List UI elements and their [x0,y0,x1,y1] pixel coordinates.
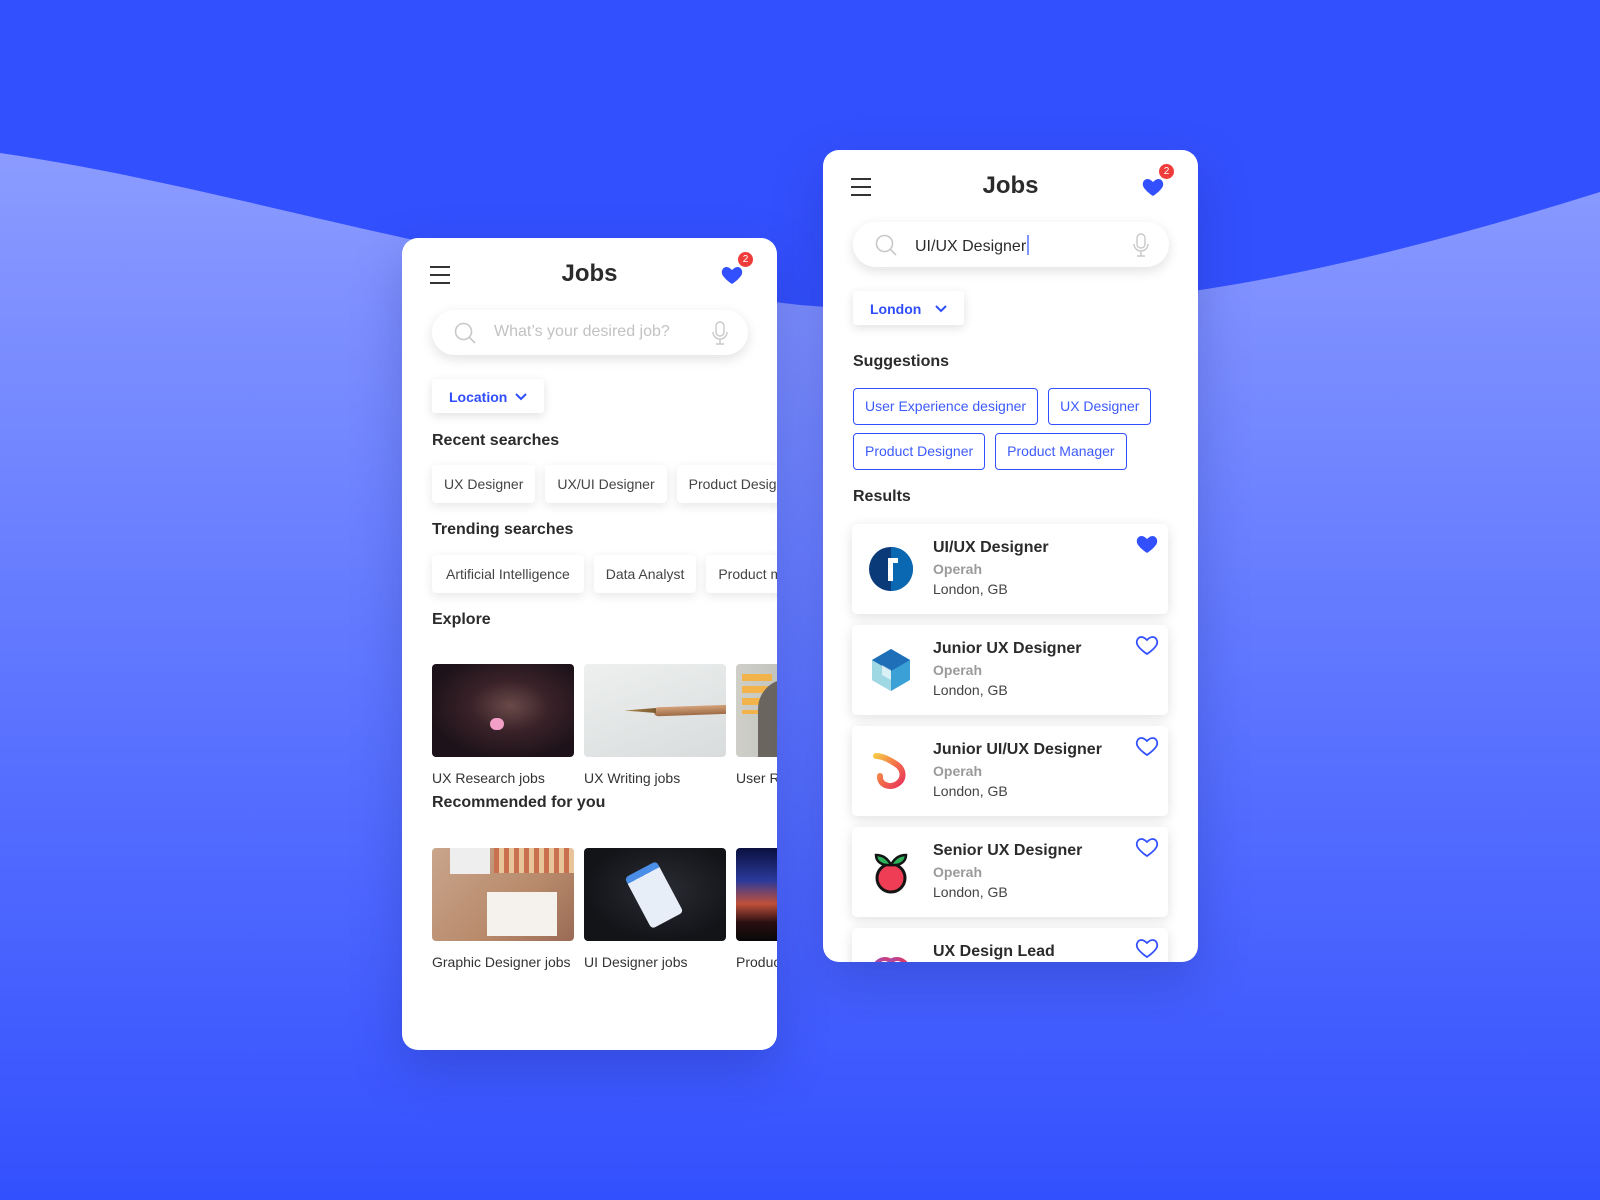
heart-icon[interactable] [720,263,744,287]
text-cursor [1027,235,1030,255]
microphone-icon[interactable] [1133,233,1149,257]
search-input[interactable]: What’s your desired job? [432,310,748,355]
heart-outline-icon[interactable] [1135,634,1159,656]
trending-search-chip[interactable]: Product manager [706,555,777,593]
recommended-image [736,848,777,941]
recommended-image [584,848,726,941]
explore-label: UX Writing jobs [584,770,681,786]
job-title: Senior UX Designer [933,842,1083,859]
explore-heading: Explore [432,611,491,628]
recommended-tile[interactable]: UI Designer jobs [584,848,726,971]
company-name: Operah [933,662,983,678]
search-placeholder: What’s your desired job? [494,323,670,340]
job-location: London, GB [933,783,1008,799]
company-logo [873,753,906,789]
results-heading: Results [853,488,911,505]
explore-image [432,664,574,757]
search-results-screen: Jobs 2 UI/UX Designer London Suggestions… [823,150,1198,962]
company-name: Operah [933,864,983,880]
location-label: Location [449,389,508,405]
job-result-card[interactable]: UX Design Lead [852,928,1168,962]
explore-tile[interactable]: UX Research jobs [432,664,574,787]
job-result-card[interactable]: UI/UX Designer Operah London, GB [852,524,1168,614]
recent-searches-list: UX Designer UX/UI Designer Product Desig… [432,465,777,503]
search-value: UI/UX Designer [915,238,1027,255]
chevron-down-icon [935,305,947,313]
favorites-count-badge: 2 [738,252,753,267]
recommended-label: Product Designer jobs [736,954,777,970]
location-dropdown[interactable]: London [853,291,964,325]
recommended-tile[interactable]: Graphic Designer jobs [432,848,574,971]
location-dropdown[interactable]: Location [432,379,544,413]
explore-image [584,664,726,757]
job-title: UX Design Lead [933,943,1055,960]
job-location: London, GB [933,884,1008,900]
suggestion-chip[interactable]: Product Designer [853,433,986,470]
recommended-label: UI Designer jobs [584,954,688,970]
recent-search-chip[interactable]: Product Designer [676,465,777,503]
explore-label: UX Research jobs [432,770,545,786]
company-name: Operah [933,561,983,577]
recommended-heading: Recommended for you [432,794,606,811]
suggestions-heading: Suggestions [853,353,950,370]
explore-tile[interactable]: UX Writing jobs [584,664,726,787]
suggestion-chip[interactable]: UX Designer [1048,388,1152,425]
company-logo [874,853,908,894]
explore-image [736,664,777,757]
recommended-image [432,848,574,941]
heart-outline-icon[interactable] [1135,735,1159,757]
explore-tile[interactable]: User Research jobs [736,664,777,787]
job-result-card[interactable]: Junior UX Designer Operah London, GB [852,625,1168,715]
search-icon [454,322,476,344]
company-logo [874,957,908,962]
search-icon [875,234,897,256]
background-wave [0,0,1600,1200]
company-name: Operah [933,763,983,779]
company-logo [869,547,913,591]
search-input[interactable]: UI/UX Designer [853,222,1169,267]
job-result-card[interactable]: Junior UI/UX Designer Operah London, GB [852,726,1168,816]
heart-filled-icon[interactable] [1135,533,1159,555]
suggestion-chip[interactable]: Product Manager [995,433,1127,470]
recommended-list: Graphic Designer jobs UI Designer jobs P… [432,848,777,971]
recommended-tile[interactable]: Product Designer jobs [736,848,777,971]
suggestions-row-2: Product Designer Product Manager [853,433,1127,470]
chevron-down-icon [515,393,527,401]
suggestions-row-1: User Experience designer UX Designer [853,388,1152,425]
explore-label: User Research jobs [736,770,777,786]
job-location: London, GB [933,581,1008,597]
recent-searches-heading: Recent searches [432,432,560,449]
trending-search-chip[interactable]: Artificial Intelligence [432,555,584,593]
job-location: London, GB [933,682,1008,698]
job-title: Junior UI/UX Designer [933,741,1102,758]
job-result-card[interactable]: Senior UX Designer Operah London, GB [852,827,1168,917]
trending-search-chip[interactable]: Data Analyst [593,555,697,593]
heart-icon[interactable] [1141,175,1165,199]
suggestion-chip[interactable]: User Experience designer [853,388,1039,425]
heart-outline-icon[interactable] [1135,937,1159,959]
heart-outline-icon[interactable] [1135,836,1159,858]
company-logo [872,649,910,691]
job-title: Junior UX Designer [933,640,1082,657]
explore-list: UX Research jobs UX Writing jobs User Re… [432,664,777,787]
trending-searches-list: Artificial Intelligence Data Analyst Pro… [432,555,777,593]
job-title: UI/UX Designer [933,539,1049,556]
favorites-count-badge: 2 [1159,164,1174,179]
location-label: London [870,301,922,317]
trending-searches-heading: Trending searches [432,521,574,538]
recent-search-chip[interactable]: UX/UI Designer [545,465,667,503]
microphone-icon[interactable] [712,321,728,345]
recommended-label: Graphic Designer jobs [432,954,571,970]
search-home-screen: Jobs 2 What’s your desired job? Location… [402,238,777,1050]
recent-search-chip[interactable]: UX Designer [432,465,536,503]
